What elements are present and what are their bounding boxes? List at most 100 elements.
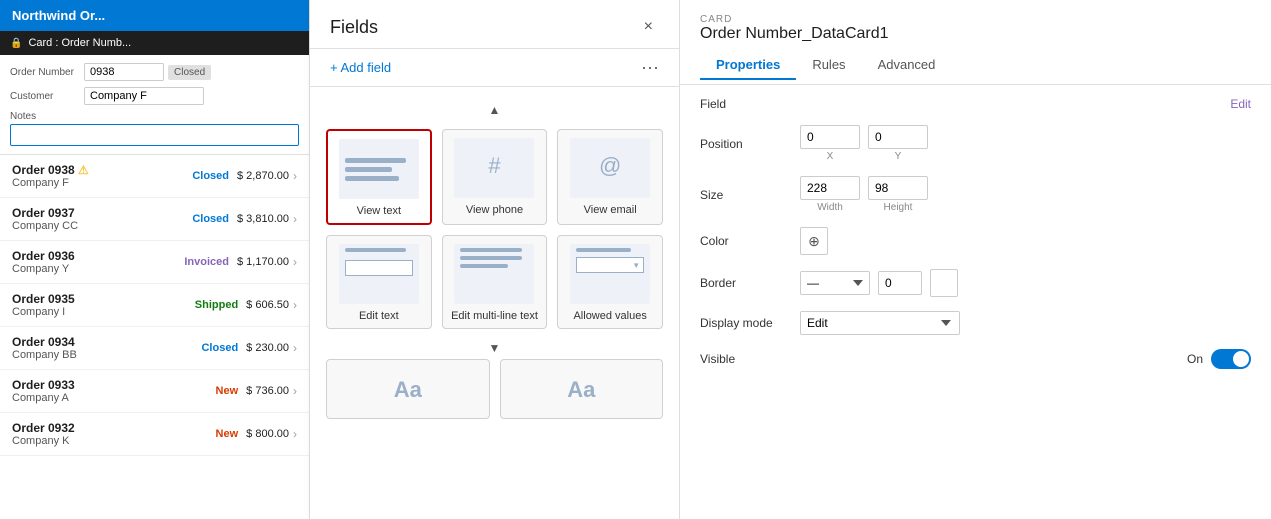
customer-input[interactable] — [84, 87, 204, 105]
tab-rules[interactable]: Rules — [796, 51, 861, 80]
scroll-down-button[interactable]: ▼ — [489, 341, 501, 355]
order-info: Order 0938 ⚠ Company F — [12, 163, 192, 189]
order-amount: $ 2,870.00 — [237, 170, 289, 182]
border-color-swatch[interactable] — [930, 269, 958, 297]
size-inputs: Width Height — [800, 176, 928, 213]
order-company: Company BB — [12, 349, 201, 361]
field-edit-link[interactable]: Edit — [1230, 97, 1251, 111]
scroll-down-area: ▼ — [326, 337, 663, 359]
chevron-right-icon: › — [293, 255, 297, 269]
border-width-input[interactable] — [878, 271, 922, 295]
border-style-select[interactable]: — — [800, 271, 870, 295]
tab-properties[interactable]: Properties — [700, 51, 796, 80]
more-options-button[interactable]: ··· — [641, 57, 659, 78]
view-text-label: View text — [357, 205, 401, 217]
order-company: Company K — [12, 435, 216, 447]
edit-text-preview — [339, 244, 419, 304]
edit-multiline-preview — [454, 244, 534, 304]
list-item[interactable]: Order 0932 Company K New $ 800.00 › — [0, 413, 309, 456]
position-x-input[interactable] — [800, 125, 860, 149]
form-order-number-row: Order Number Closed — [10, 63, 299, 81]
scroll-up-button[interactable]: ▲ — [489, 103, 501, 117]
order-status: New — [216, 385, 239, 397]
app-title: Northwind Or... — [12, 8, 105, 23]
prop-field-row: Field Edit — [700, 97, 1251, 111]
position-inputs: X Y — [800, 125, 928, 162]
control-aa-2[interactable]: Aa — [500, 359, 664, 419]
size-width-input[interactable] — [800, 176, 860, 200]
order-info: Order 0937 Company CC — [12, 206, 192, 232]
dropdown-arrow-icon: ▼ — [632, 261, 640, 270]
order-info: Order 0936 Company Y — [12, 249, 184, 275]
visible-toggle-group: On — [1187, 349, 1251, 369]
list-item[interactable]: Order 0933 Company A New $ 736.00 › — [0, 370, 309, 413]
color-swatch[interactable]: ⊕ — [800, 227, 828, 255]
control-edit-multiline[interactable]: Edit multi-line text — [442, 235, 548, 329]
properties-content: Field Edit Position X Y Size — [680, 85, 1271, 519]
card-header-bar: 🔒 Card : Order Numb... — [0, 31, 309, 55]
fields-toolbar: + Add field ··· — [310, 49, 679, 87]
order-info: Order 0934 Company BB — [12, 335, 201, 361]
control-aa-1[interactable]: Aa — [326, 359, 490, 419]
order-id: Order 0935 — [12, 292, 195, 306]
control-view-email[interactable]: @ View email — [557, 129, 663, 225]
prop-position-row: Position X Y — [700, 125, 1251, 162]
list-item[interactable]: Order 0938 ⚠ Company F Closed $ 2,870.00… — [0, 155, 309, 198]
x-sublabel: X — [800, 151, 860, 162]
order-status: Closed — [192, 170, 229, 182]
prop-color-row: Color ⊕ — [700, 227, 1251, 255]
control-allowed-values[interactable]: ▼ Allowed values — [557, 235, 663, 329]
hash-icon: # — [488, 153, 500, 179]
close-button[interactable]: × — [638, 16, 659, 38]
order-status: Closed — [201, 342, 238, 354]
position-sublabels: X Y — [800, 151, 928, 162]
right-header: CARD Order Number_DataCard1 Properties R… — [680, 0, 1271, 85]
order-status: Closed — [192, 213, 229, 225]
visible-toggle[interactable] — [1211, 349, 1251, 369]
size-sublabels: Width Height — [800, 202, 928, 213]
control-view-text[interactable]: View text — [326, 129, 432, 225]
toggle-knob — [1233, 351, 1249, 367]
order-company: Company I — [12, 306, 195, 318]
form-notes-row: Notes — [10, 111, 299, 146]
prop-size-row: Size Width Height — [700, 176, 1251, 213]
tab-advanced[interactable]: Advanced — [862, 51, 952, 80]
chevron-right-icon: › — [293, 384, 297, 398]
size-height-input[interactable] — [868, 176, 928, 200]
display-mode-select[interactable]: Edit View Disabled — [800, 311, 960, 335]
order-company: Company CC — [12, 220, 192, 232]
list-item[interactable]: Order 0937 Company CC Closed $ 3,810.00 … — [0, 198, 309, 241]
list-item[interactable]: Order 0936 Company Y Invoiced $ 1,170.00… — [0, 241, 309, 284]
order-info: Order 0935 Company I — [12, 292, 195, 318]
allowed-values-label: Allowed values — [573, 310, 646, 322]
notes-input[interactable] — [10, 124, 299, 146]
control-view-phone[interactable]: # View phone — [442, 129, 548, 225]
height-sublabel: Height — [868, 202, 928, 213]
order-number-input[interactable] — [84, 63, 164, 81]
order-company: Company A — [12, 392, 216, 404]
form-customer-row: Customer — [10, 87, 299, 105]
order-id: Order 0937 — [12, 206, 192, 220]
chevron-right-icon: › — [293, 298, 297, 312]
visible-toggle-label: On — [1187, 352, 1203, 366]
card-header-title: Card : Order Numb... — [28, 37, 131, 49]
list-item[interactable]: Order 0934 Company BB Closed $ 230.00 › — [0, 327, 309, 370]
order-status: Invoiced — [184, 256, 229, 268]
edit-multiline-label: Edit multi-line text — [451, 310, 538, 322]
add-field-button[interactable]: + Add field — [330, 60, 391, 75]
order-amount: $ 606.50 — [246, 299, 289, 311]
order-company: Company F — [12, 177, 192, 189]
order-info: Order 0932 Company K — [12, 421, 216, 447]
order-number-label: Order Number — [10, 67, 80, 78]
order-amount: $ 736.00 — [246, 385, 289, 397]
aa-2-icon: Aa — [567, 377, 595, 403]
lock-icon: 🔒 — [10, 38, 22, 49]
control-edit-text[interactable]: Edit text — [326, 235, 432, 329]
card-title: Order Number_DataCard1 — [700, 25, 1251, 43]
position-y-input[interactable] — [868, 125, 928, 149]
at-icon: @ — [599, 153, 621, 179]
list-item[interactable]: Order 0935 Company I Shipped $ 606.50 › — [0, 284, 309, 327]
dropdown-preview: ▼ — [576, 257, 644, 273]
order-amount: $ 3,810.00 — [237, 213, 289, 225]
bottom-controls-row: Aa Aa — [326, 359, 663, 427]
